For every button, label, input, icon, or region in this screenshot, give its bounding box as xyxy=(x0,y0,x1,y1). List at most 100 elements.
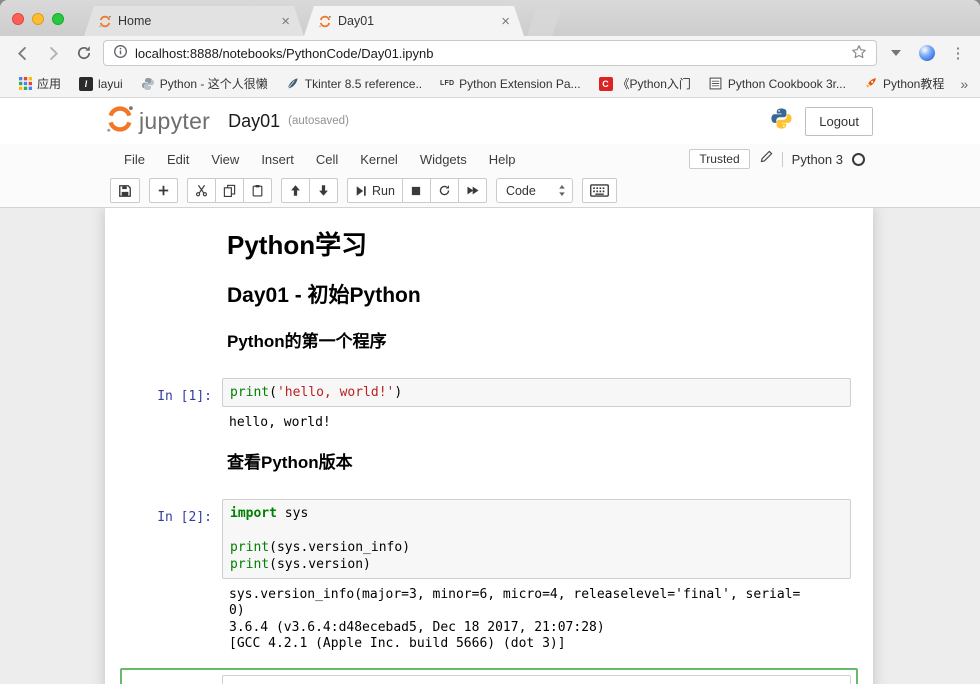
window-controls xyxy=(12,13,64,25)
code-cell-1[interactable]: In [1]: print('hello, world!') hello, wo… xyxy=(120,371,858,441)
cell-type-select[interactable]: Code xyxy=(496,178,573,203)
menu-file[interactable]: File xyxy=(113,148,156,171)
bookmark-layui[interactable]: l layui xyxy=(73,77,129,91)
bookmarks-bar: 应用 l layui Python - 这个人很懒 Tkinter 8.5 re… xyxy=(0,70,980,98)
close-window-button[interactable] xyxy=(12,13,24,25)
markdown-cell-h1[interactable]: Python学习 xyxy=(120,222,858,272)
new-tab-button[interactable] xyxy=(527,10,561,36)
bookmark-label: Python Extension Pa... xyxy=(459,77,580,91)
bookmark-label: layui xyxy=(98,77,123,91)
book-icon xyxy=(709,77,723,91)
input-prompt: In [2]: xyxy=(127,499,222,579)
python-logo-icon xyxy=(770,107,793,135)
jupyter-menubar: File Edit View Insert Cell Kernel Widget… xyxy=(0,144,980,174)
reload-button[interactable] xyxy=(72,41,96,65)
logout-button[interactable]: Logout xyxy=(805,107,873,136)
jupyter-logo-icon[interactable] xyxy=(105,104,135,139)
feather-icon xyxy=(286,77,300,91)
menu-help[interactable]: Help xyxy=(478,148,527,171)
code-cell-3-selected[interactable]: In [ ]: xyxy=(120,668,858,684)
jupyter-toolbar: Run Code xyxy=(0,174,980,208)
forward-button[interactable] xyxy=(41,41,65,65)
address-bar[interactable]: localhost:8888/notebooks/PythonCode/Day0… xyxy=(103,40,877,66)
zoom-window-button[interactable] xyxy=(52,13,64,25)
menu-cell[interactable]: Cell xyxy=(305,148,349,171)
bookmark-python-tutorial[interactable]: Python教程 xyxy=(858,75,950,92)
cell-output: hello, world! xyxy=(222,407,851,434)
prompt-spacer xyxy=(127,326,222,364)
restart-icon xyxy=(438,184,451,197)
output-prompt-spacer xyxy=(127,407,222,434)
code-input-area[interactable]: import sys print(sys.version_info)print(… xyxy=(222,499,851,579)
paste-cell-button[interactable] xyxy=(243,178,272,203)
notebook-heading-3: 查看Python版本 xyxy=(227,453,846,473)
run-cell-button[interactable]: Run xyxy=(347,178,403,203)
menu-widgets[interactable]: Widgets xyxy=(409,148,478,171)
python-gray-icon xyxy=(141,77,155,91)
prompt-spacer xyxy=(127,229,222,265)
plus-icon xyxy=(157,184,170,197)
arrow-down-icon xyxy=(317,184,330,197)
move-cell-down-button[interactable] xyxy=(309,178,338,203)
downloads-arrow-icon[interactable] xyxy=(884,41,908,65)
markdown-cell-h2[interactable]: Day01 - 初始Python xyxy=(120,272,858,319)
cell-output: sys.version_info(major=3, minor=6, micro… xyxy=(222,579,851,655)
url-text[interactable]: localhost:8888/notebooks/PythonCode/Day0… xyxy=(135,46,844,61)
close-tab-icon[interactable]: × xyxy=(501,14,510,29)
bookmark-label: Python - 这个人很懒 xyxy=(160,75,268,92)
prompt-spacer xyxy=(127,447,222,485)
tab-title: Day01 xyxy=(338,14,495,28)
cut-cell-button[interactable] xyxy=(187,178,216,203)
bookmark-apps[interactable]: 应用 xyxy=(12,75,67,92)
code-cell-2[interactable]: In [2]: import sys print(sys.version_inf… xyxy=(120,492,858,662)
notebook-heading-2: Day01 - 初始Python xyxy=(227,284,846,308)
code-input-area[interactable]: print('hello, world!') xyxy=(222,378,851,407)
arrow-up-icon xyxy=(289,184,302,197)
tab-day01[interactable]: Day01 × xyxy=(304,6,524,36)
bookmark-label: 《Python入门 xyxy=(618,75,691,92)
page-info-icon[interactable] xyxy=(113,44,128,62)
minimize-window-button[interactable] xyxy=(32,13,44,25)
menu-view[interactable]: View xyxy=(200,148,250,171)
bookmark-python-blog[interactable]: Python - 这个人很懒 xyxy=(135,75,274,92)
menu-insert[interactable]: Insert xyxy=(250,148,305,171)
tabs: Home × Day01 × xyxy=(84,6,561,36)
jupyter-favicon xyxy=(98,14,112,28)
profile-globe-icon[interactable] xyxy=(915,41,939,65)
code-input-area[interactable] xyxy=(222,675,851,684)
back-button[interactable] xyxy=(10,41,34,65)
trusted-badge[interactable]: Trusted xyxy=(689,149,749,169)
bookmark-label: Python教程 xyxy=(883,75,944,92)
rocket-icon xyxy=(864,77,878,91)
input-prompt: In [1]: xyxy=(127,378,222,407)
restart-run-all-button[interactable] xyxy=(458,178,487,203)
browser-menu-button[interactable]: ⋮ xyxy=(946,41,970,65)
bookmark-label: 应用 xyxy=(37,75,61,92)
bookmark-python-intro[interactable]: C 《Python入门 xyxy=(593,75,697,92)
bookmark-star-icon[interactable] xyxy=(851,44,867,63)
scissors-icon xyxy=(195,184,208,197)
command-palette-button[interactable] xyxy=(582,178,617,203)
bookmark-cookbook[interactable]: Python Cookbook 3r... xyxy=(703,77,852,91)
kernel-name[interactable]: Python 3 xyxy=(792,152,843,167)
save-button[interactable] xyxy=(110,178,140,203)
interrupt-kernel-button[interactable] xyxy=(402,178,431,203)
jupyter-wordmark[interactable]: jupyter xyxy=(139,108,210,135)
markdown-cell-h3-first-program[interactable]: Python的第一个程序 xyxy=(120,319,858,371)
tab-strip: Home × Day01 × xyxy=(0,0,980,36)
restart-kernel-button[interactable] xyxy=(430,178,459,203)
bookmark-tkinter[interactable]: Tkinter 8.5 reference.. xyxy=(280,77,428,91)
tab-home[interactable]: Home × xyxy=(84,6,304,36)
add-cell-button[interactable] xyxy=(149,178,178,203)
menu-edit[interactable]: Edit xyxy=(156,148,200,171)
move-cell-up-button[interactable] xyxy=(281,178,310,203)
close-tab-icon[interactable]: × xyxy=(281,14,290,29)
copy-cell-button[interactable] xyxy=(215,178,244,203)
bookmarks-overflow-chevron[interactable]: » xyxy=(956,76,972,92)
menu-kernel[interactable]: Kernel xyxy=(349,148,409,171)
markdown-cell-h3-version[interactable]: 查看Python版本 xyxy=(120,440,858,492)
autosave-status: (autosaved) xyxy=(288,115,349,127)
notebook-title[interactable]: Day01 xyxy=(228,111,280,132)
bookmark-python-extension[interactable]: LFD Python Extension Pa... xyxy=(434,77,586,91)
bookmark-label: Tkinter 8.5 reference.. xyxy=(305,77,422,91)
